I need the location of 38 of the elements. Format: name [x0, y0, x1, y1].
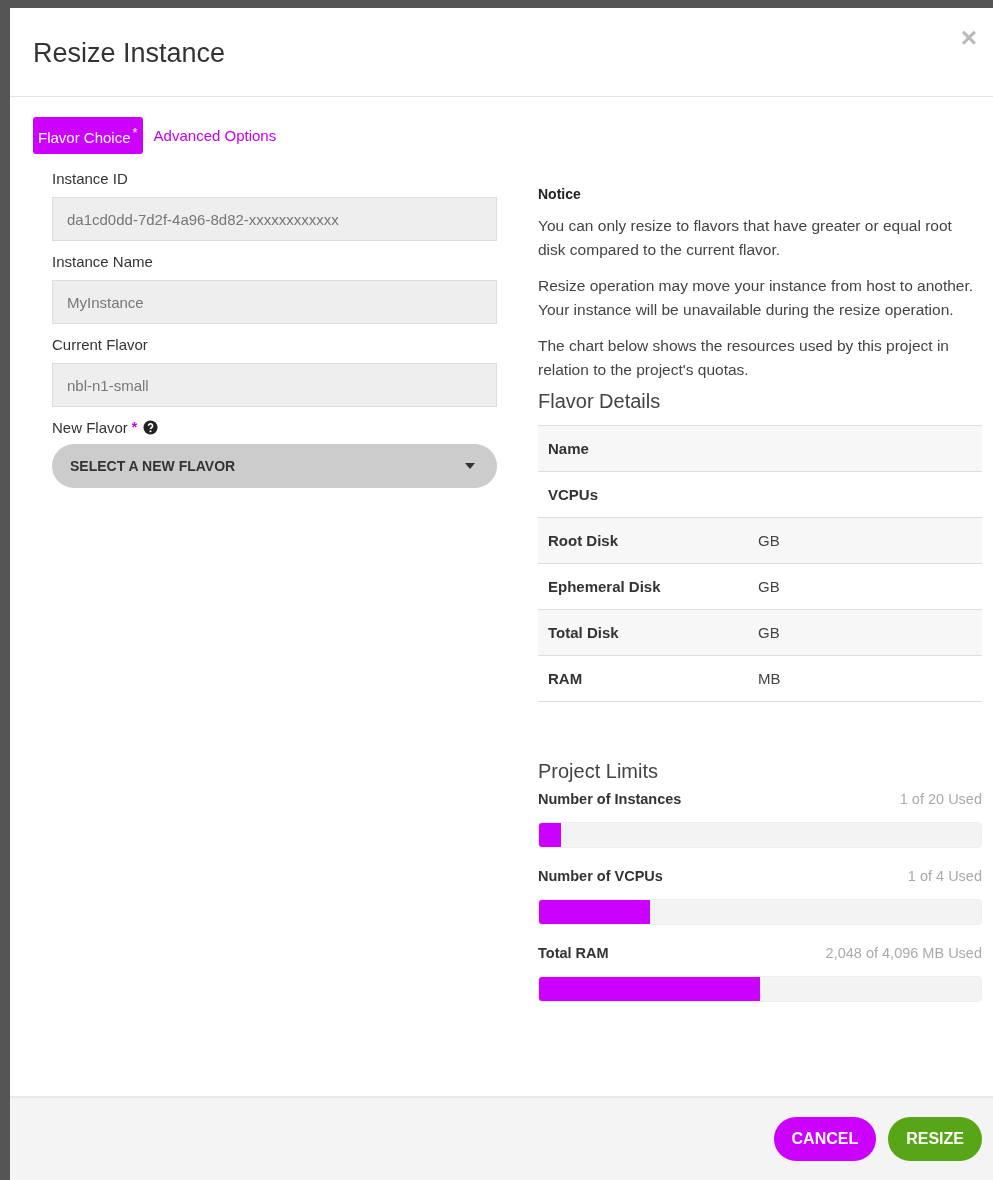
tab[interactable]: Flavor Choice$^{*}$ — [33, 117, 143, 154]
required-mark: * — [131, 419, 138, 435]
caret-icon — [465, 463, 475, 469]
usage-reading: 1 of 4 Used — [907, 868, 982, 884]
usage-reading: 1 of 20 Used — [899, 791, 982, 807]
table-cell: MB — [758, 670, 781, 687]
table-cell-text: VCPUs — [548, 486, 600, 503]
usage-reading: 2,048 of 4,096 MB Used — [825, 945, 982, 961]
table-cell-text: Total Disk — [548, 624, 620, 641]
resize-button[interactable]: RESIZE — [888, 1117, 982, 1161]
cancel-button[interactable]: CANCEL — [773, 1117, 877, 1161]
input-field[interactable]: nbl-n1-small — [52, 363, 497, 407]
flavor-dropdown[interactable]: SELECT A NEW FLAVOR — [52, 444, 497, 488]
input-field[interactable]: MyInstance — [52, 280, 497, 324]
table-cell-text: Name — [548, 440, 590, 457]
section-title: Flavor Details — [538, 390, 662, 413]
help-icon[interactable] — [143, 420, 159, 435]
dialog-title: Resize Instance — [33, 38, 226, 70]
notice-text: You can only resize to flavors that have greater or equal root disk compared to the current flavor. — [538, 216, 953, 260]
notice-title: Notice — [538, 186, 582, 202]
limit-label: Total RAM — [538, 945, 609, 961]
limit-label: Number of Instances — [538, 791, 682, 807]
table-cell: GB — [758, 624, 780, 641]
field-label: Current Flavor — [52, 336, 148, 353]
field-label: Instance ID — [52, 170, 128, 187]
tab[interactable]: Advanced Options — [148, 117, 282, 154]
limit-label: Number of VCPUs — [538, 868, 663, 884]
field-label: New Flavor — [52, 419, 128, 436]
table-cell-text: Ephemeral Disk — [548, 578, 662, 595]
table-cell: GB — [758, 578, 780, 595]
field-label: Instance Name — [52, 253, 153, 270]
notice-text: The chart below shows the resources used by this project in relation to the project's quotas. — [538, 336, 950, 380]
input-field[interactable]: da1cd0dd-7d2f-4a96-8d82-xxxxxxxxxxxx — [52, 197, 497, 241]
table-cell-text: Root Disk — [548, 532, 619, 549]
section-title: Project Limits — [538, 760, 660, 783]
table-cell-text: RAM — [548, 670, 584, 687]
notice-text: Resize operation may move your instance from host to another. Your instance will be unavailable during the resize operation. — [538, 276, 975, 320]
table-cell: GB — [758, 532, 780, 549]
